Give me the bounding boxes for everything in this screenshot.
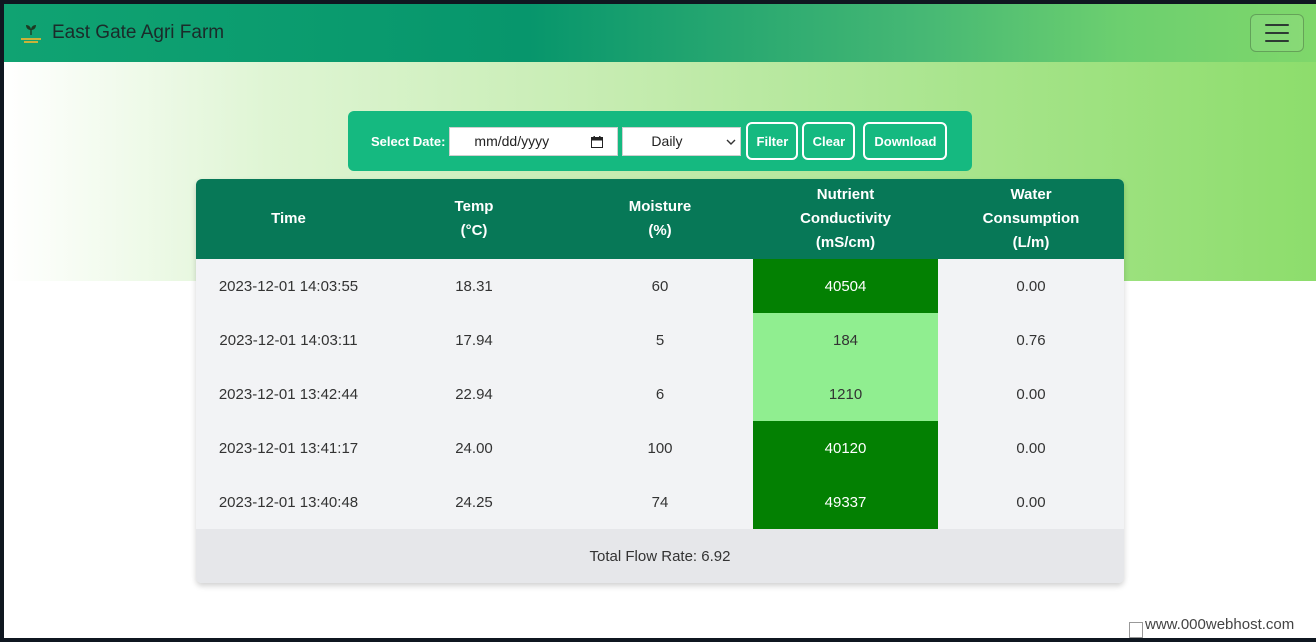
table-row: 2023-12-01 13:41:17 24.00 100 40120 0.00 — [196, 421, 1124, 475]
cell-temp: 24.00 — [455, 439, 493, 457]
header-line: (L/m) — [1012, 234, 1050, 251]
cell-time: 2023-12-01 14:03:11 — [219, 331, 358, 349]
hamburger-menu-icon — [1265, 24, 1289, 26]
cell-temp: 22.94 — [455, 385, 493, 403]
cell-time: 2023-12-01 13:40:48 — [218, 493, 359, 511]
period-select[interactable]: Daily — [622, 126, 742, 156]
sensor-table: Time Temp (°C) Moisture (%) Nutrient Con… — [196, 179, 1124, 583]
table-row: 2023-12-01 14:03:11 17.94 5 184 0.76 — [196, 313, 1124, 367]
brand-name: East Gate Agri Farm — [52, 22, 225, 43]
cell-water: 0.76 — [1016, 331, 1046, 349]
table-row: 2023-12-01 14:03:55 18.31 60 40504 0.00 — [196, 259, 1124, 313]
cell-moisture: 74 — [651, 493, 669, 511]
header-line: Nutrient — [816, 186, 875, 203]
navbar-toggle-button[interactable] — [1250, 14, 1304, 52]
column-header-temp: Temp (°C) — [381, 179, 567, 259]
cell-moisture: 5 — [655, 331, 665, 349]
cell-conductivity: 49337 — [753, 475, 938, 529]
cell-moisture: 100 — [647, 439, 673, 457]
hosting-badge[interactable]: www.000webhost.com — [1129, 616, 1316, 638]
header-line: Water — [1010, 186, 1052, 203]
cell-water: 0.00 — [1016, 277, 1046, 295]
chevron-down-icon — [726, 133, 736, 149]
cell-temp: 17.94 — [455, 331, 493, 349]
header-line: Conductivity — [800, 210, 891, 227]
cell-conductivity: 40120 — [753, 421, 938, 475]
cell-temp: 18.31 — [455, 277, 493, 295]
filter-bar: Select Date: mm/dd/yyyy Daily Filter Cle… — [348, 111, 972, 171]
header-line: Temp — [454, 198, 494, 215]
header-line: Time — [271, 210, 306, 227]
cell-moisture: 6 — [655, 385, 665, 403]
date-placeholder: mm/dd/yyyy — [474, 133, 550, 149]
select-date-label: Select Date: — [371, 133, 446, 149]
period-select-value: Daily — [651, 133, 683, 149]
filter-button[interactable]: Filter — [746, 122, 799, 160]
cell-water: 0.00 — [1016, 439, 1046, 457]
header-line: Moisture — [628, 198, 692, 215]
table-row: 2023-12-01 13:42:44 22.94 6 1210 0.00 — [196, 367, 1124, 421]
column-header-time: Time — [196, 179, 381, 259]
farm-leaf-icon — [18, 20, 44, 46]
hamburger-line — [1265, 40, 1289, 42]
cell-time: 2023-12-01 14:03:55 — [218, 277, 359, 295]
date-input[interactable]: mm/dd/yyyy — [449, 126, 619, 156]
hosting-badge-alt-text: www.000webhost.com — [1145, 616, 1295, 633]
cell-time: 2023-12-01 13:41:17 — [218, 439, 359, 457]
total-flow-rate: Total Flow Rate: 6.92 — [196, 529, 1124, 583]
calendar-icon[interactable] — [591, 135, 604, 148]
clear-button[interactable]: Clear — [802, 122, 856, 160]
header-line: (°C) — [460, 222, 488, 239]
navbar: East Gate Agri Farm — [4, 4, 1316, 62]
header-line: Consumption — [982, 210, 1080, 227]
column-header-conductivity: Nutrient Conductivity (mS/cm) — [753, 179, 938, 259]
column-header-water: Water Consumption (L/m) — [938, 179, 1124, 259]
cell-temp: 24.25 — [455, 493, 493, 511]
brand[interactable]: East Gate Agri Farm — [18, 20, 224, 46]
hamburger-line — [1265, 32, 1289, 34]
cell-time: 2023-12-01 13:42:44 — [218, 385, 359, 403]
table-header: Time Temp (°C) Moisture (%) Nutrient Con… — [196, 179, 1124, 259]
page: East Gate Agri Farm Select Date: mm/dd/y… — [4, 4, 1316, 638]
header-line: (%) — [648, 222, 672, 239]
cell-water: 0.00 — [1016, 385, 1046, 403]
table-row: 2023-12-01 13:40:48 24.25 74 49337 0.00 — [196, 475, 1124, 529]
header-line: (mS/cm) — [815, 234, 876, 251]
broken-image-icon — [1129, 622, 1143, 638]
cell-conductivity: 184 — [753, 313, 938, 367]
cell-conductivity: 40504 — [753, 259, 938, 313]
cell-conductivity: 1210 — [753, 367, 938, 421]
cell-water: 0.00 — [1016, 493, 1046, 511]
download-button[interactable]: Download — [863, 122, 948, 160]
column-header-moisture: Moisture (%) — [567, 179, 753, 259]
cell-moisture: 60 — [651, 277, 669, 295]
